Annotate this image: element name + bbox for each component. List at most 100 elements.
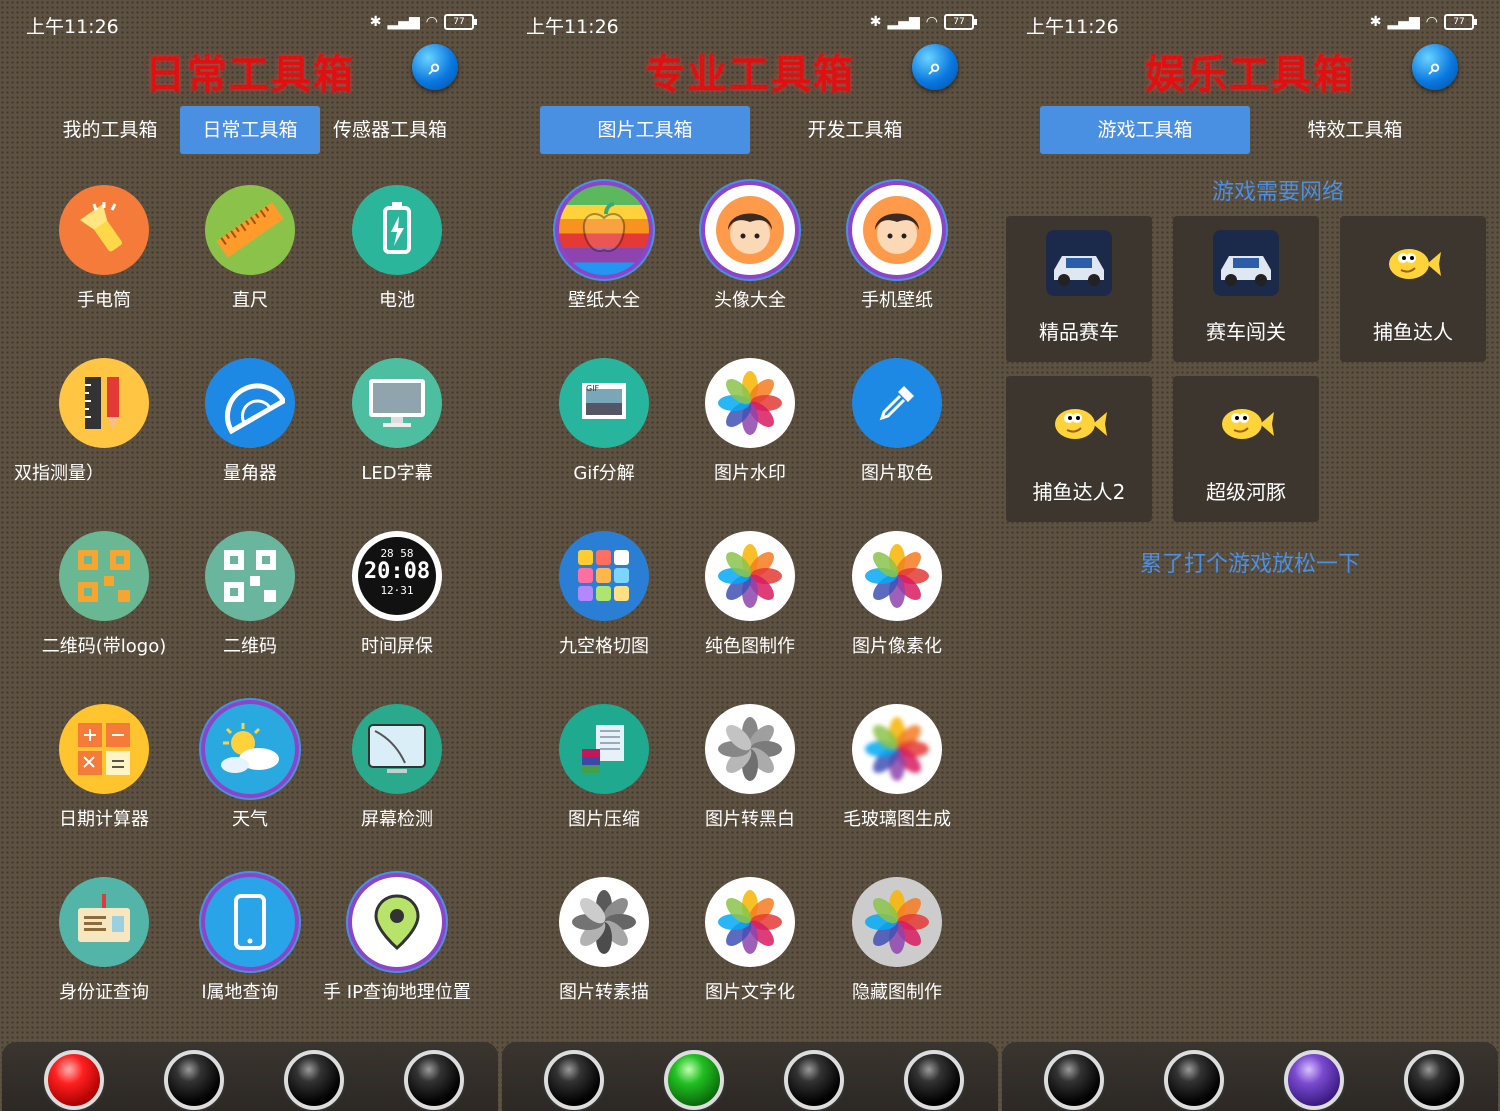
search-button[interactable]: ⌕ <box>1412 44 1458 90</box>
dock <box>502 1042 998 1111</box>
bluetooth-icon: ✱ <box>1369 14 1382 30</box>
tool-watermark[interactable]: 图片水印 <box>680 353 820 513</box>
photos-icon <box>705 531 795 621</box>
dock-button-1[interactable] <box>1044 1050 1104 1110</box>
race-car-icon <box>1046 230 1112 296</box>
tool-label: 电池 <box>379 290 415 311</box>
tab-daily-toolbox[interactable]: 日常工具箱 <box>180 106 320 154</box>
dock-button-2[interactable] <box>664 1050 724 1110</box>
tool-id-card[interactable]: 身份证查询 <box>34 872 174 1032</box>
tool-label: 图片转黑白 <box>705 809 795 830</box>
tool-label: 隐藏图制作 <box>852 982 942 1003</box>
tool-label: 图片水印 <box>714 463 786 484</box>
search-icon: ⌕ <box>1428 54 1442 80</box>
tool-nine-grid[interactable]: 九空格切图 <box>534 526 674 686</box>
flashlight-icon <box>59 185 149 275</box>
search-icon: ⌕ <box>428 54 442 80</box>
tool-led[interactable]: LED字幕 <box>327 353 467 513</box>
tool-measure[interactable]: 双指测量） <box>14 353 174 513</box>
tool-label: l属地查询 <box>201 982 279 1003</box>
dock-button-4[interactable] <box>1404 1050 1464 1110</box>
tab-game-toolbox[interactable]: 游戏工具箱 <box>1040 106 1250 154</box>
game-label: 捕鱼达人2 <box>1032 480 1126 504</box>
phone-icon <box>205 877 295 967</box>
tool-label: 图片压缩 <box>568 809 640 830</box>
photos-gray-icon <box>705 704 795 794</box>
tool-weather[interactable]: 天气 <box>180 699 320 859</box>
pencil-ruler-icon <box>59 358 149 448</box>
tab-image-toolbox[interactable]: 图片工具箱 <box>540 106 750 154</box>
dock-button-2[interactable] <box>1164 1050 1224 1110</box>
game-card[interactable]: 精品赛车 <box>1006 216 1152 362</box>
tool-pixelate[interactable]: 图片像素化 <box>827 526 967 686</box>
tool-label: 量角器 <box>223 463 277 484</box>
tool-wallpapers[interactable]: 壁纸大全 <box>534 180 674 340</box>
tab-bar: 图片工具箱 开发工具箱 <box>500 106 1000 154</box>
search-button[interactable]: ⌕ <box>412 44 458 90</box>
game-card[interactable]: 捕鱼达人 <box>1340 216 1486 362</box>
tool-label: Gif分解 <box>573 463 635 484</box>
tab-effects-toolbox[interactable]: 特效工具箱 <box>1250 106 1460 154</box>
signal-icon: ▂▄▆ <box>887 14 920 30</box>
signal-icon: ▂▄▆ <box>1387 14 1420 30</box>
tool-label: 纯色图制作 <box>705 636 795 657</box>
search-icon: ⌕ <box>928 54 942 80</box>
clock-main: 20:08 <box>363 559 431 584</box>
tool-color-picker[interactable]: 图片取色 <box>827 353 967 513</box>
tool-avatars[interactable]: 头像大全 <box>680 180 820 340</box>
dock-button-3[interactable] <box>284 1050 344 1110</box>
dock-button-1[interactable] <box>44 1050 104 1110</box>
tool-label: 二维码 <box>223 636 277 657</box>
tool-battery[interactable]: 电池 <box>327 180 467 340</box>
weather-icon <box>205 704 295 794</box>
dock-button-4[interactable] <box>404 1050 464 1110</box>
tool-qr-logo[interactable]: 二维码(带logo) <box>34 526 174 686</box>
tool-ip-location[interactable]: 手 IP查询地理位置 <box>323 872 471 1032</box>
tool-compress[interactable]: 图片压缩 <box>534 699 674 859</box>
monitor-icon <box>352 358 442 448</box>
tool-text-art[interactable]: 图片文字化 <box>680 872 820 1032</box>
screen-daily: 上午11:26 ✱ ▂▄▆ ◠ 77 日常工具箱 ⌕ 我的工具箱 日常工具箱 传… <box>0 0 500 1111</box>
tool-gif-split[interactable]: GIF Gif分解 <box>534 353 674 513</box>
photos-icon <box>705 358 795 448</box>
tool-protractor[interactable]: 量角器 <box>180 353 320 513</box>
status-time: 上午11:26 <box>26 16 119 38</box>
tool-qr[interactable]: 二维码 <box>180 526 320 686</box>
fish-icon <box>1213 390 1279 456</box>
status-bar: 上午11:26 ✱ ▂▄▆ ◠ 77 <box>1000 0 1500 46</box>
tool-frosted-glass[interactable]: 毛玻璃图生成 <box>827 699 967 859</box>
tool-flashlight[interactable]: 手电筒 <box>34 180 174 340</box>
game-card[interactable]: 超级河豚 <box>1173 376 1319 522</box>
dock-button-4[interactable] <box>904 1050 964 1110</box>
dock-button-3[interactable] <box>1284 1050 1344 1110</box>
tool-sketch[interactable]: 图片转素描 <box>534 872 674 1032</box>
tool-date-calculator[interactable]: 日期计算器 <box>34 699 174 859</box>
tab-bar: 游戏工具箱 特效工具箱 <box>1000 106 1500 154</box>
dock-button-3[interactable] <box>784 1050 844 1110</box>
tool-label: 二维码(带logo) <box>41 636 167 657</box>
bluetooth-icon: ✱ <box>869 14 882 30</box>
tool-hidden-image[interactable]: 隐藏图制作 <box>827 872 967 1032</box>
tab-my-toolbox[interactable]: 我的工具箱 <box>40 106 180 154</box>
screen-test-icon <box>352 704 442 794</box>
game-card[interactable]: 捕鱼达人2 <box>1006 376 1152 522</box>
tool-solid-color[interactable]: 纯色图制作 <box>680 526 820 686</box>
grid-icon <box>559 531 649 621</box>
tab-sensor-toolbox[interactable]: 传感器工具箱 <box>320 106 460 154</box>
tool-phone-location[interactable]: l属地查询 <box>180 872 320 1032</box>
tool-ruler[interactable]: 直尺 <box>180 180 320 340</box>
tab-dev-toolbox[interactable]: 开发工具箱 <box>750 106 960 154</box>
tool-grayscale[interactable]: 图片转黑白 <box>680 699 820 859</box>
game-card[interactable]: 赛车闯关 <box>1173 216 1319 362</box>
dock-button-1[interactable] <box>544 1050 604 1110</box>
search-button[interactable]: ⌕ <box>912 44 958 90</box>
dock-button-2[interactable] <box>164 1050 224 1110</box>
tool-screen-test[interactable]: 屏幕检测 <box>327 699 467 859</box>
tool-label: 手电筒 <box>77 290 131 311</box>
status-bar: 上午11:26 ✱ ▂▄▆ ◠ 77 <box>0 0 500 46</box>
tool-phone-wallpapers[interactable]: 手机壁纸 <box>827 180 967 340</box>
tool-label: 图片转素描 <box>559 982 649 1003</box>
photos-gray-icon <box>559 877 649 967</box>
tool-label: 九空格切图 <box>559 636 649 657</box>
tool-clock[interactable]: 28 58 20:08 12·31 时间屏保 <box>327 526 467 686</box>
